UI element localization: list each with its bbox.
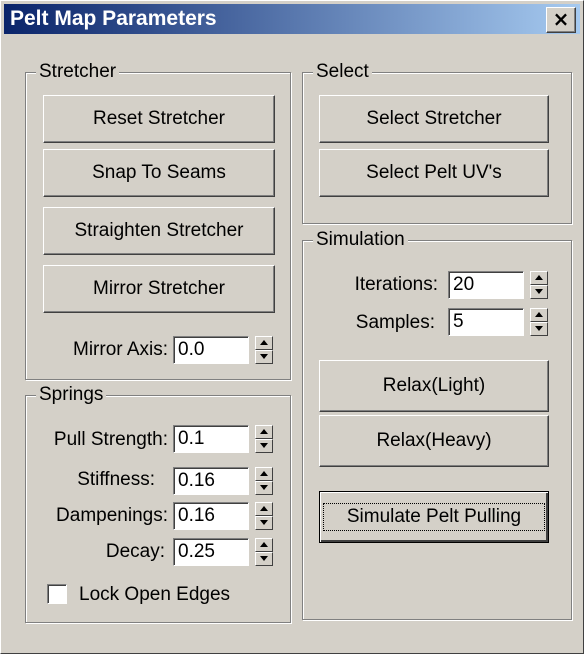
- mirror-axis-spinner[interactable]: [255, 336, 273, 364]
- spinner-down-icon[interactable]: [255, 350, 273, 364]
- decay-spinner[interactable]: [255, 538, 273, 566]
- decay-field[interactable]: 0.25: [173, 538, 249, 566]
- stiffness-label: Stiffness:: [77, 469, 155, 490]
- title-bar[interactable]: Pelt Map Parameters ×: [4, 4, 580, 34]
- iterations-spinner[interactable]: [530, 271, 548, 299]
- spinner-up-icon[interactable]: [255, 467, 273, 481]
- stiffness-spinner[interactable]: [255, 467, 273, 495]
- pull-strength-spinner[interactable]: [255, 425, 273, 453]
- select-stretcher-button[interactable]: Select Stretcher: [319, 95, 549, 143]
- relax-heavy-label: Relax(Heavy): [376, 430, 492, 451]
- spinner-down-icon[interactable]: [530, 285, 548, 299]
- lock-open-edges-label: Lock Open Edges: [79, 584, 231, 605]
- dampenings-spinner[interactable]: [255, 502, 273, 530]
- mirror-axis-label: Mirror Axis:: [73, 339, 168, 360]
- lock-open-edges-checkbox[interactable]: [47, 584, 67, 604]
- reset-stretcher-label: Reset Stretcher: [93, 108, 225, 129]
- spinner-up-icon[interactable]: [255, 425, 273, 439]
- stiffness-field[interactable]: 0.16: [173, 467, 249, 495]
- samples-label: Samples:: [355, 312, 435, 333]
- simulate-pelt-pulling-label: Simulate Pelt Pulling: [323, 503, 545, 531]
- spinner-down-icon[interactable]: [255, 552, 273, 566]
- select-pelt-uvs-button[interactable]: Select Pelt UV's: [319, 149, 549, 197]
- decay-label: Decay:: [105, 541, 165, 562]
- close-button[interactable]: ×: [546, 7, 576, 33]
- close-icon: ×: [552, 7, 570, 31]
- straighten-stretcher-button[interactable]: Straighten Stretcher: [43, 207, 275, 255]
- simulate-pelt-pulling-button[interactable]: Simulate Pelt Pulling: [319, 491, 549, 543]
- pull-strength-field[interactable]: 0.1: [173, 425, 249, 453]
- pelt-map-window: Pelt Map Parameters × Stretcher Reset St…: [0, 0, 584, 654]
- mirror-axis-field[interactable]: 0.0: [173, 336, 249, 364]
- springs-group-label: Springs: [36, 384, 107, 406]
- snap-to-seams-label: Snap To Seams: [92, 162, 226, 183]
- spinner-down-icon[interactable]: [255, 516, 273, 530]
- spinner-up-icon[interactable]: [255, 336, 273, 350]
- iterations-label: Iterations:: [354, 274, 438, 295]
- spinner-up-icon[interactable]: [530, 271, 548, 285]
- relax-light-button[interactable]: Relax(Light): [319, 360, 549, 412]
- spinner-down-icon[interactable]: [255, 439, 273, 453]
- select-pelt-uvs-label: Select Pelt UV's: [366, 162, 502, 183]
- stretcher-group-label: Stretcher: [36, 61, 120, 83]
- samples-spinner[interactable]: [530, 308, 548, 336]
- pull-strength-label: Pull Strength:: [53, 429, 168, 450]
- mirror-stretcher-label: Mirror Stretcher: [93, 278, 225, 299]
- iterations-field[interactable]: 20: [448, 271, 524, 299]
- reset-stretcher-button[interactable]: Reset Stretcher: [43, 95, 275, 143]
- spinner-up-icon[interactable]: [255, 538, 273, 552]
- select-stretcher-label: Select Stretcher: [366, 108, 502, 129]
- mirror-stretcher-button[interactable]: Mirror Stretcher: [43, 265, 275, 313]
- spinner-up-icon[interactable]: [530, 308, 548, 322]
- simulation-group-label: Simulation: [313, 229, 408, 251]
- dampenings-label: Dampenings:: [56, 505, 168, 526]
- select-group-label: Select: [313, 61, 372, 83]
- dampenings-field[interactable]: 0.16: [173, 502, 249, 530]
- relax-light-label: Relax(Light): [382, 375, 486, 396]
- spinner-down-icon[interactable]: [255, 481, 273, 495]
- spinner-up-icon[interactable]: [255, 502, 273, 516]
- relax-heavy-button[interactable]: Relax(Heavy): [319, 415, 549, 467]
- window-title: Pelt Map Parameters: [10, 7, 217, 30]
- snap-to-seams-button[interactable]: Snap To Seams: [43, 149, 275, 197]
- spinner-down-icon[interactable]: [530, 322, 548, 336]
- samples-field[interactable]: 5: [448, 308, 524, 336]
- straighten-stretcher-label: Straighten Stretcher: [74, 220, 244, 241]
